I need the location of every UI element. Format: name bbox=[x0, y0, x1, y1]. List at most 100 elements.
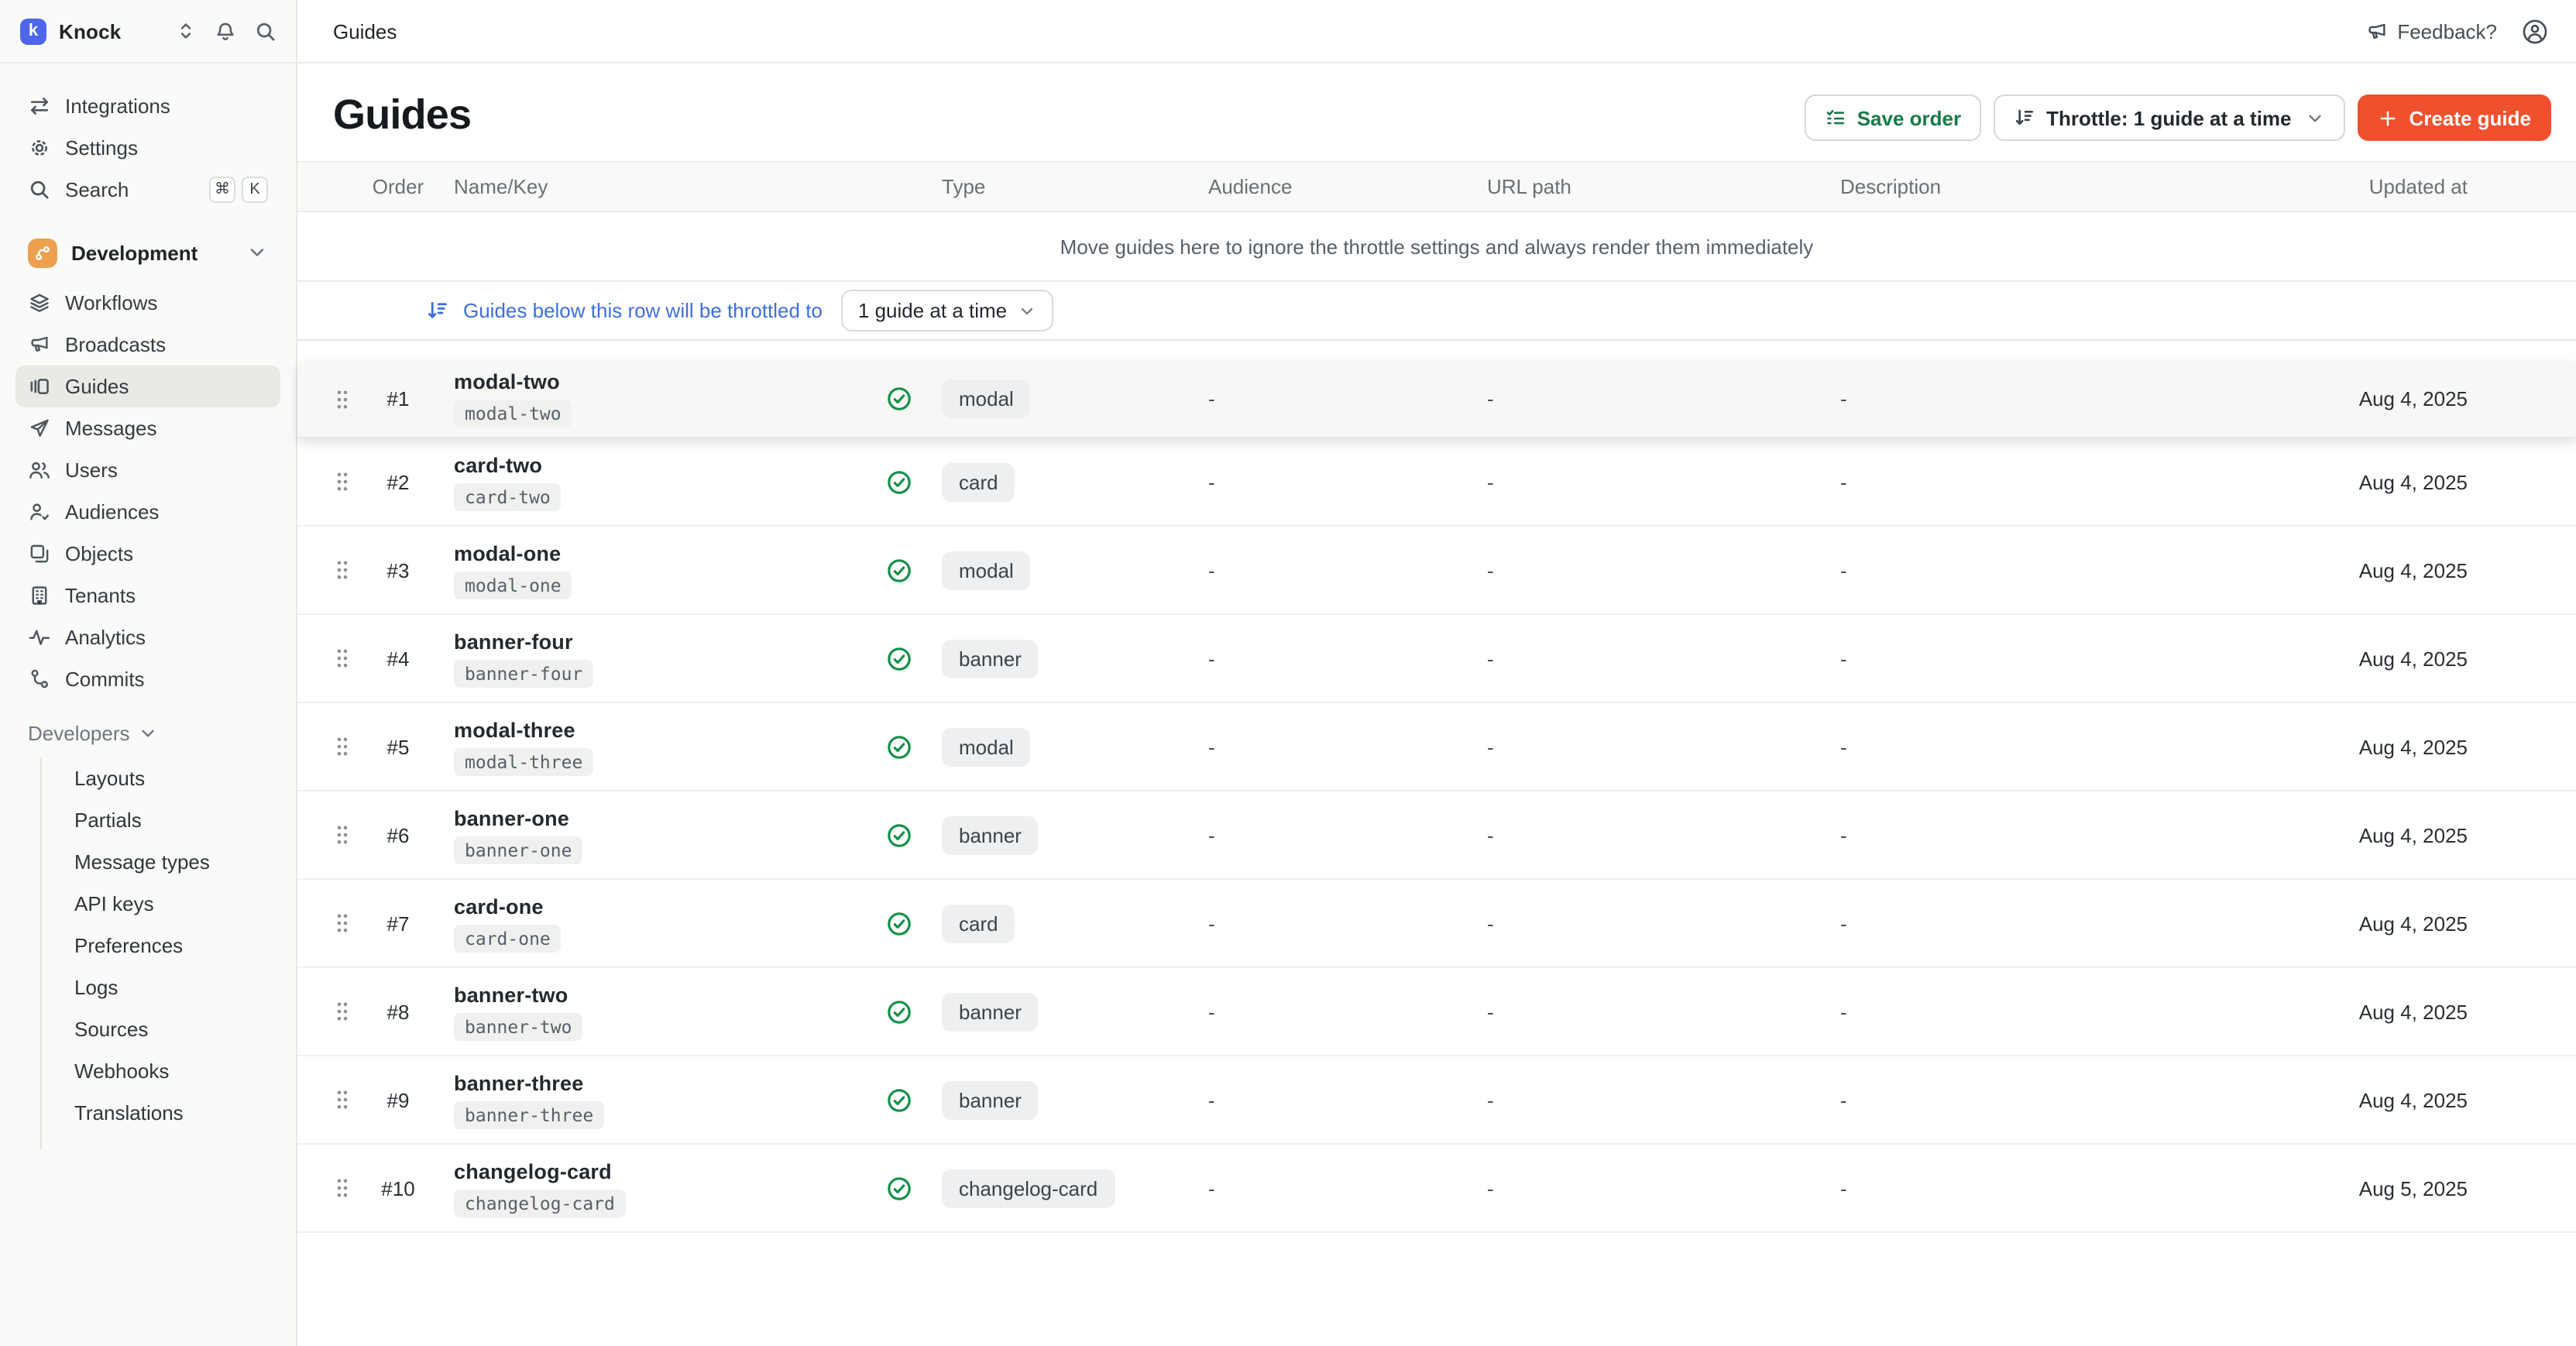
sidebar-item-workflows[interactable]: Workflows bbox=[15, 282, 280, 324]
url-path-cell: - bbox=[1475, 823, 1753, 846]
table-row[interactable]: #7 card-onecard-one card - - - Aug 4, 20… bbox=[297, 880, 2576, 968]
sidebar-item-objects[interactable]: Objects bbox=[15, 533, 280, 575]
sidebar-item-users[interactable]: Users bbox=[15, 449, 280, 491]
throttle-dropdown-button[interactable]: Throttle: 1 guide at a time bbox=[1994, 94, 2345, 141]
guide-name-link[interactable]: banner-one bbox=[454, 806, 569, 829]
guide-name-link[interactable]: banner-four bbox=[454, 630, 573, 653]
table-row[interactable]: #3 modal-onemodal-one modal - - - Aug 4,… bbox=[297, 527, 2576, 615]
user-avatar-icon[interactable] bbox=[2520, 16, 2550, 46]
guide-key-badge: banner-two bbox=[454, 1012, 583, 1040]
guide-name-link[interactable]: modal-three bbox=[454, 718, 575, 741]
guide-name-link[interactable]: banner-three bbox=[454, 1071, 583, 1094]
sort-descending-icon bbox=[426, 299, 449, 322]
save-order-button[interactable]: Save order bbox=[1805, 94, 1981, 141]
sidebar-item-logs[interactable]: Logs bbox=[62, 967, 280, 1008]
plus-icon bbox=[2379, 108, 2399, 128]
gear-icon bbox=[28, 136, 51, 160]
drag-handle-icon[interactable] bbox=[322, 388, 362, 410]
sidebar-item-broadcasts[interactable]: Broadcasts bbox=[15, 324, 280, 366]
guide-name-link[interactable]: card-two bbox=[454, 453, 542, 476]
drag-handle-icon[interactable] bbox=[322, 824, 362, 846]
sidebar-item-layouts[interactable]: Layouts bbox=[62, 757, 280, 799]
feedback-button[interactable]: Feedback? bbox=[2365, 19, 2497, 43]
table-row[interactable]: #8 banner-twobanner-two banner - - - Aug… bbox=[297, 968, 2576, 1056]
drag-handle-icon[interactable] bbox=[322, 736, 362, 757]
sidebar-item-webhooks[interactable]: Webhooks bbox=[62, 1050, 280, 1092]
notifications-bell-icon[interactable] bbox=[214, 19, 237, 43]
sidebar-item-analytics[interactable]: Analytics bbox=[15, 616, 280, 658]
sidebar-item-guides[interactable]: Guides bbox=[15, 366, 280, 407]
sidebar-item-message-types[interactable]: Message types bbox=[62, 841, 280, 883]
sidebar-item-tenants[interactable]: Tenants bbox=[15, 575, 280, 616]
guide-key-badge: modal-two bbox=[454, 400, 572, 427]
developers-section-toggle[interactable]: Developers bbox=[15, 712, 280, 754]
sidebar-item-partials[interactable]: Partials bbox=[62, 799, 280, 841]
guides-icon bbox=[28, 375, 51, 398]
guide-name-link[interactable]: card-one bbox=[454, 894, 544, 918]
unthrottled-dropzone-banner[interactable]: Move guides here to ignore the throttle … bbox=[297, 212, 2576, 282]
sidebar-item-search[interactable]: Search ⌘ K bbox=[15, 169, 280, 211]
table-row[interactable]: #1 modal-twomodal-two modal - - - Aug 4,… bbox=[297, 361, 2576, 438]
table-row[interactable]: #6 banner-onebanner-one banner - - - Aug… bbox=[297, 791, 2576, 880]
table-row[interactable]: #2 card-twocard-two card - - - Aug 4, 20… bbox=[297, 438, 2576, 527]
column-header-url-path: URL path bbox=[1475, 175, 1753, 198]
status-active-icon bbox=[877, 557, 920, 583]
environment-avatar bbox=[28, 238, 57, 267]
workspace-header[interactable]: k Knock bbox=[0, 0, 296, 64]
table-row[interactable]: #4 banner-fourbanner-four banner - - - A… bbox=[297, 615, 2576, 703]
breadcrumb: Guides bbox=[333, 19, 397, 43]
sidebar-item-translations[interactable]: Translations bbox=[62, 1092, 280, 1134]
table-row[interactable]: #5 modal-threemodal-three modal - - - Au… bbox=[297, 703, 2576, 791]
sidebar-item-sources[interactable]: Sources bbox=[62, 1008, 280, 1050]
sidebar-item-messages[interactable]: Messages bbox=[15, 407, 280, 449]
sidebar-item-integrations[interactable]: Integrations bbox=[15, 85, 280, 127]
cmd-key-badge: ⌘ bbox=[209, 177, 235, 203]
sidebar-item-audiences[interactable]: Audiences bbox=[15, 491, 280, 533]
search-icon bbox=[28, 178, 51, 201]
sidebar-item-label: Broadcasts bbox=[65, 333, 166, 356]
sidebar-item-settings[interactable]: Settings bbox=[15, 127, 280, 169]
drag-handle-icon[interactable] bbox=[322, 471, 362, 493]
type-badge: modal bbox=[942, 379, 1031, 418]
drag-handle-icon[interactable] bbox=[322, 1089, 362, 1111]
search-shortcut: ⌘ K bbox=[209, 177, 268, 203]
throttle-amount-select[interactable]: 1 guide at a time bbox=[841, 290, 1053, 331]
description-cell: - bbox=[1753, 735, 2125, 758]
status-active-icon bbox=[877, 910, 920, 936]
column-header-description: Description bbox=[1753, 175, 2125, 198]
guide-name-link[interactable]: banner-two bbox=[454, 983, 568, 1006]
updated-at-cell: Aug 4, 2025 bbox=[2125, 647, 2576, 670]
environment-switcher[interactable]: Development bbox=[15, 229, 280, 276]
drag-handle-icon[interactable] bbox=[322, 912, 362, 934]
type-badge: card bbox=[942, 462, 1015, 501]
sidebar-item-commits[interactable]: Commits bbox=[15, 658, 280, 700]
drag-handle-icon[interactable] bbox=[322, 647, 362, 669]
url-path-cell: - bbox=[1475, 735, 1753, 758]
status-active-icon bbox=[877, 1175, 920, 1201]
guide-key-badge: banner-one bbox=[454, 836, 583, 864]
updated-at-cell: Aug 4, 2025 bbox=[2125, 1088, 2576, 1111]
create-guide-button[interactable]: Create guide bbox=[2358, 94, 2552, 141]
environment-name: Development bbox=[71, 241, 197, 264]
row-order: #7 bbox=[362, 912, 434, 935]
sidebar-item-label: Commits bbox=[65, 668, 145, 691]
guide-name-link[interactable]: modal-one bbox=[454, 541, 561, 565]
updated-at-cell: Aug 4, 2025 bbox=[2125, 735, 2576, 758]
table-row[interactable]: #10 changelog-cardchangelog-card changel… bbox=[297, 1145, 2576, 1233]
workspace-logo: k bbox=[20, 18, 46, 44]
row-order: #8 bbox=[362, 1000, 434, 1023]
guide-key-badge: changelog-card bbox=[454, 1189, 626, 1217]
chevron-down-icon bbox=[2306, 108, 2326, 128]
drag-handle-icon[interactable] bbox=[322, 1177, 362, 1199]
drag-handle-icon[interactable] bbox=[322, 1001, 362, 1022]
table-row[interactable]: #9 banner-threebanner-three banner - - -… bbox=[297, 1056, 2576, 1145]
column-header-updated-at: Updated at bbox=[2125, 175, 2576, 198]
guide-name-link[interactable]: changelog-card bbox=[454, 1159, 612, 1183]
sidebar-item-preferences[interactable]: Preferences bbox=[62, 925, 280, 967]
workspace-switcher-icon[interactable] bbox=[175, 20, 197, 42]
sidebar-item-api-keys[interactable]: API keys bbox=[62, 883, 280, 925]
drag-handle-icon[interactable] bbox=[322, 559, 362, 581]
throttle-amount-value: 1 guide at a time bbox=[858, 299, 1007, 322]
search-icon[interactable] bbox=[254, 19, 277, 43]
guide-name-link[interactable]: modal-two bbox=[454, 370, 560, 393]
